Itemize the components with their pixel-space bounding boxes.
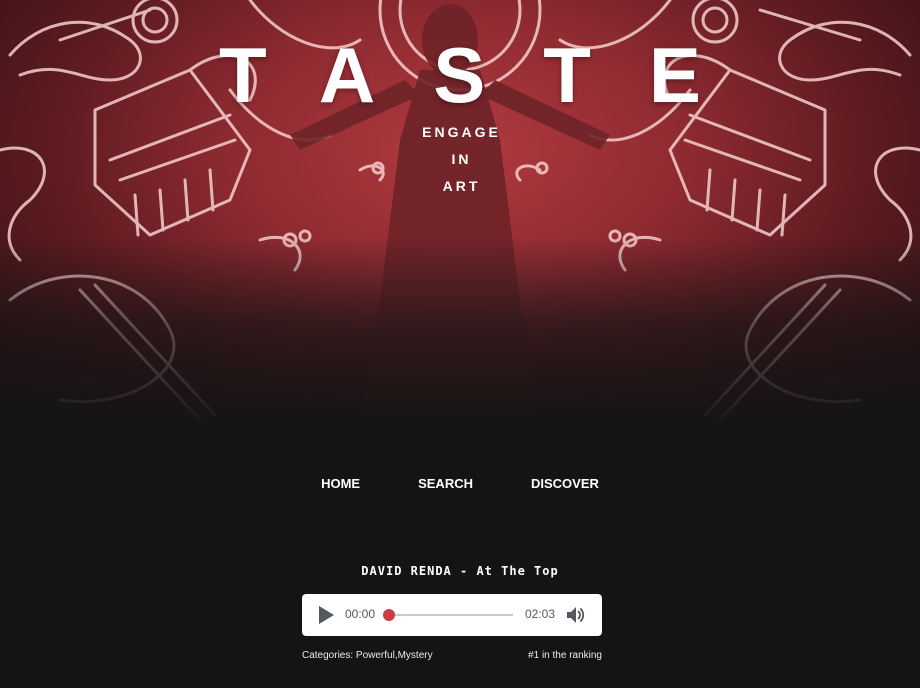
page: TASTE ENGAGE IN ART HOME SEARCH DISCOVER… xyxy=(0,0,920,688)
play-icon[interactable] xyxy=(319,606,334,624)
track-title: DAVID RENDA - At The Top xyxy=(361,564,559,578)
brand-title: TASTE xyxy=(219,31,759,119)
total-time: 02:03 xyxy=(525,607,556,621)
current-time: 00:00 xyxy=(345,607,376,621)
tagline-line-2: IN xyxy=(451,151,472,167)
nav-home-link[interactable]: HOME xyxy=(321,476,360,491)
hero-banner: TASTE ENGAGE IN ART xyxy=(0,0,920,430)
audio-player: 00:00 02:03 xyxy=(302,594,602,636)
seek-bar[interactable] xyxy=(382,609,513,621)
volume-icon[interactable] xyxy=(564,604,586,626)
nav-search-link[interactable]: SEARCH xyxy=(418,476,473,491)
seek-handle[interactable] xyxy=(382,609,395,621)
nav-discover-link[interactable]: DISCOVER xyxy=(531,476,599,491)
track-categories: Categories: Powerful,Mystery xyxy=(302,650,433,661)
main-nav: HOME SEARCH DISCOVER xyxy=(0,476,920,491)
tagline-line-3: ART xyxy=(442,178,481,194)
tagline-line-1: ENGAGE xyxy=(422,124,501,140)
tagline: ENGAGE IN ART xyxy=(0,119,920,200)
track-ranking: #1 in the ranking xyxy=(528,650,602,661)
